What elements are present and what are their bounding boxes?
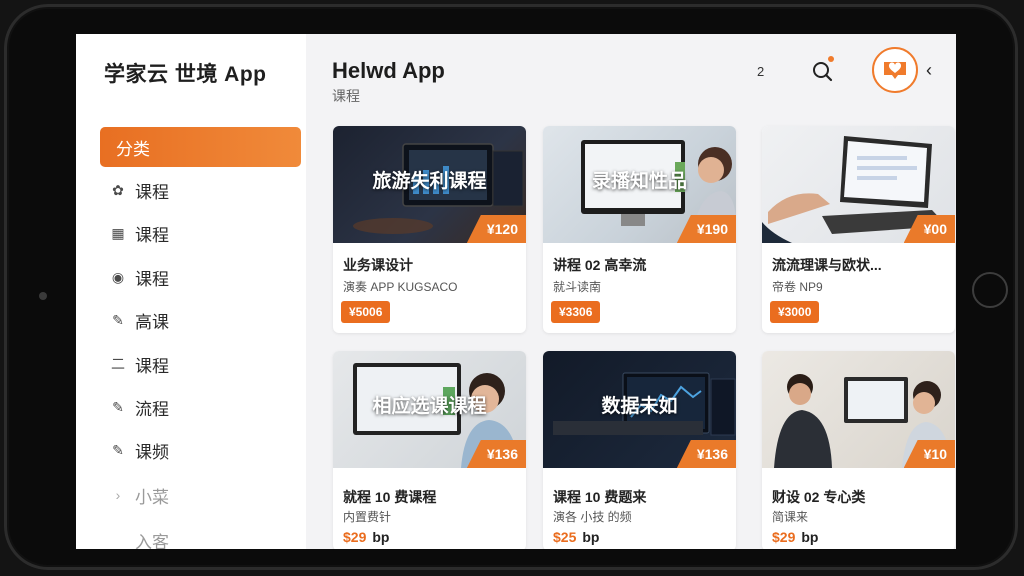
course-card[interactable]: 相应选课课程 ¥136 就程 10 费课程 内置费针 $29 bp	[333, 351, 526, 549]
sidebar-item-lessons[interactable]: ✎ 课频	[100, 430, 301, 470]
sidebar-item-label: 分类	[116, 139, 150, 159]
course-title: 讲程 02 高幸流	[553, 257, 647, 273]
price-line: $25 bp	[553, 529, 599, 545]
course-title: 课程 10 费题来	[553, 489, 647, 505]
course-subtitle: 就斗读南	[553, 280, 602, 294]
price-value: $29	[772, 529, 796, 545]
course-thumbnail: 旅游失利课程 ¥120	[333, 126, 526, 243]
pencil-icon: ✎	[112, 441, 124, 458]
course-thumbnail: 录播知性品 ¥190	[543, 126, 736, 243]
sidebar-item-label: 课频	[135, 442, 169, 462]
sidebar-item-label: 高课	[135, 312, 169, 332]
sidebar-item-label: 课程	[135, 225, 169, 245]
sidebar-item-course-4[interactable]: 二 课程	[100, 344, 301, 384]
course-subtitle: 简课来	[772, 510, 809, 524]
header-counter: 2	[757, 64, 765, 79]
sidebar-item-label: 流程	[135, 399, 169, 419]
course-card[interactable]: ¥10 财设 02 专心类 简课来 $29 bp	[762, 351, 955, 549]
pencil-icon: ✎	[112, 311, 124, 328]
price-unit: bp	[372, 529, 390, 545]
circle-play-icon: ◉	[111, 268, 125, 285]
price-badge: ¥3306	[551, 301, 601, 323]
home-button[interactable]	[972, 272, 1008, 308]
sidebar-item-process[interactable]: ✎ 流程	[100, 387, 301, 427]
sidebar: 学家云 世境 App 分类 ✿ 课程 ▦ 课程 ◉ 课程 ✎ 高课 二 课程 ✎…	[76, 34, 306, 549]
pencil-icon: ✎	[112, 398, 124, 415]
sidebar-item-category[interactable]: 分类	[100, 127, 301, 167]
course-subtitle: 帝卷 NP9	[772, 280, 823, 294]
price-value: $29	[343, 529, 367, 545]
course-subtitle: 内置费针	[343, 510, 392, 524]
course-subtitle: 演各 小技 的频	[553, 510, 632, 524]
course-title: 业务课设计	[343, 257, 413, 273]
sidebar-item-label: 课程	[135, 182, 169, 202]
price-badge: ¥3000	[770, 301, 820, 323]
course-title: 财设 02 专心类	[772, 489, 866, 505]
app-screen: 学家云 世境 App 分类 ✿ 课程 ▦ 课程 ◉ 课程 ✎ 高课 二 课程 ✎…	[76, 34, 956, 549]
sidebar-item-small[interactable]: › 小菜	[100, 475, 301, 515]
sidebar-item-advanced[interactable]: ✎ 高课	[100, 300, 301, 340]
sidebar-item-guest[interactable]: 入客	[100, 520, 301, 550]
course-title: 就程 10 费课程	[343, 489, 437, 505]
notification-dot	[828, 56, 834, 62]
price-value: $25	[553, 529, 577, 545]
tablet-frame: 学家云 世境 App 分类 ✿ 课程 ▦ 课程 ◉ 课程 ✎ 高课 二 课程 ✎…	[4, 4, 1018, 570]
heart-chat-icon	[884, 62, 906, 79]
sidebar-item-course-3[interactable]: ◉ 课程	[100, 257, 301, 297]
price-badge: ¥5006	[341, 301, 391, 323]
brand-title: 学家云 世境 App	[104, 63, 267, 86]
grid-icon: ▦	[111, 224, 125, 241]
sidebar-item-label: 入客	[135, 532, 169, 550]
thumbnail-title: 旅游失利课程	[372, 171, 487, 192]
course-title: 流流理课与欧状...	[772, 257, 882, 273]
sidebar-item-label: 课程	[135, 356, 169, 376]
equals-icon: 二	[111, 356, 125, 372]
course-thumbnail: ¥00	[762, 126, 955, 243]
price-line: $29 bp	[772, 529, 818, 545]
course-thumbnail: 数据未如 ¥136	[543, 351, 736, 468]
course-card[interactable]: ¥00 流流理课与欧状... 帝卷 NP9 ¥3000	[762, 126, 955, 333]
page-title: Helwd App	[332, 58, 445, 83]
favorites-button[interactable]	[872, 47, 918, 93]
thumbnail-title: 相应选课课程	[372, 396, 487, 417]
course-thumbnail: 相应选课课程 ¥136	[333, 351, 526, 468]
sidebar-item-course-1[interactable]: ✿ 课程	[100, 170, 301, 210]
price-unit: bp	[801, 529, 819, 545]
page-subtitle: 课程	[332, 88, 360, 104]
thumbnail-title: 录播知性品	[591, 171, 687, 192]
search-button[interactable]	[806, 54, 840, 88]
course-subtitle: 演奏 APP KUGSACO	[343, 280, 458, 294]
course-card[interactable]: 录播知性品 ¥190 讲程 02 高幸流 就斗读南 ¥3306	[543, 126, 736, 333]
camera-dot	[39, 292, 47, 300]
chevron-left-icon[interactable]: ‹	[926, 60, 932, 81]
search-icon	[813, 62, 833, 82]
course-card[interactable]: 旅游失利课程 ¥120 业务课设计 演奏 APP KUGSACO ¥5006	[333, 126, 526, 333]
flower-icon: ✿	[112, 181, 124, 198]
sidebar-item-label: 小菜	[135, 487, 169, 507]
chevron-right-icon: ›	[115, 487, 121, 503]
course-card[interactable]: 数据未如 ¥136 课程 10 费题来 演各 小技 的频 $25 bp	[543, 351, 736, 549]
sidebar-item-label: 课程	[135, 269, 169, 289]
price-unit: bp	[582, 529, 600, 545]
course-thumbnail: ¥10	[762, 351, 955, 468]
thumbnail-title: 数据未如	[601, 396, 678, 417]
price-line: $29 bp	[343, 529, 389, 545]
sidebar-item-course-2[interactable]: ▦ 课程	[100, 213, 301, 253]
